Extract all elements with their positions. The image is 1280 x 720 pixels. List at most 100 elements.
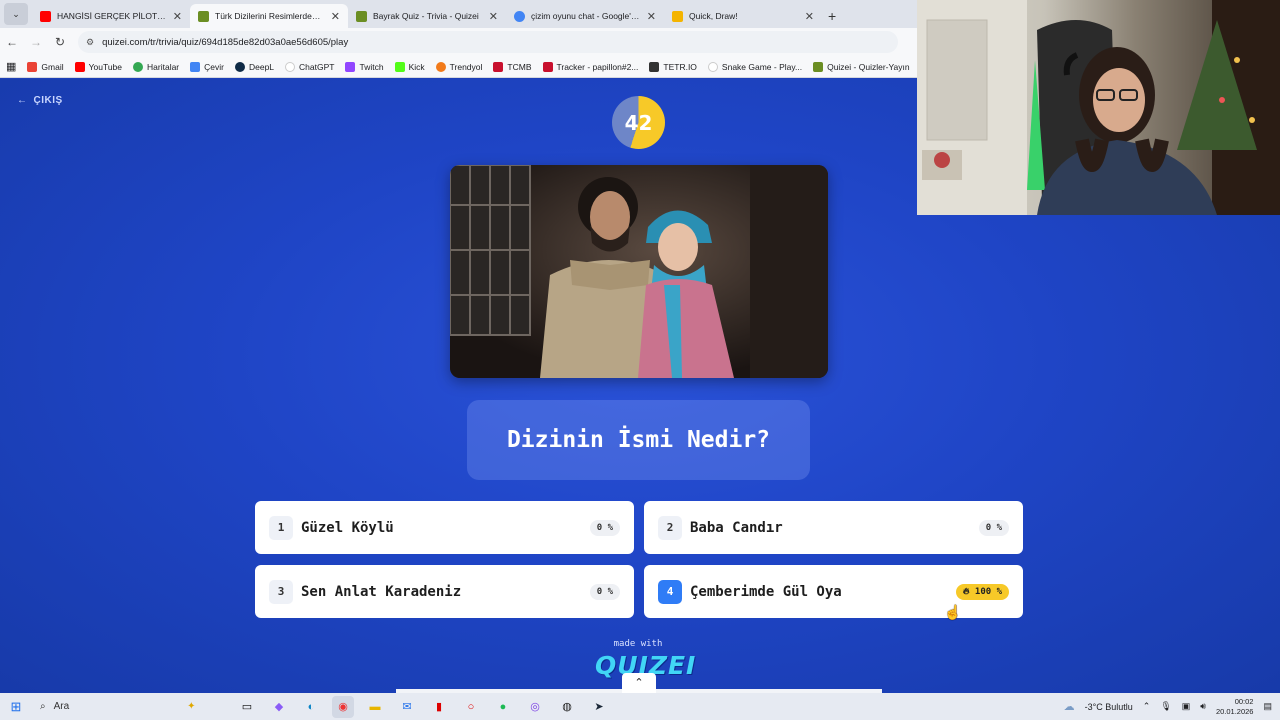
taskbar-search[interactable]: ⌕ Ara ✦ [32,693,232,720]
answer-text: Güzel Köylü [301,519,394,536]
tab-strip: ⌄ HANGİSİ GERÇEK PİLOT?! ft. @ ✕ Türk Di… [0,0,917,28]
forward-arrow-icon[interactable]: → [24,35,48,49]
tab-title: HANGİSİ GERÇEK PİLOT?! ft. @ [57,11,167,21]
answer-number: 3 [269,579,293,604]
windows-start-icon[interactable]: ⊞ [0,699,32,715]
steam-icon[interactable]: ➤ [588,696,610,718]
tab-search-button[interactable]: ⌄ [4,3,28,25]
bookmark-tcmb[interactable]: TCMB [493,61,532,72]
answer-option-3[interactable]: 3 Sen Anlat Karadeniz 0 % [255,565,634,618]
trendyol-icon [435,61,446,72]
bookmark-tetrio[interactable]: TETR.IO [649,61,697,72]
answer-option-4-correct[interactable]: 4 Çemberimde Gül Oya 🔥︎ 100 % [644,565,1023,618]
bookmark-snake[interactable]: Snake Game - Play... [707,61,803,72]
tab-quick-draw[interactable]: Quick, Draw! ✕ [664,4,822,28]
weather-text[interactable]: -3°C Bulutlu [1085,702,1133,712]
bookmark-label: Kick [408,61,425,72]
opera-icon[interactable]: ○ [460,696,482,718]
timer-value: 42 [624,110,653,135]
microphone-icon[interactable]: 🎙︎ [1160,701,1171,712]
hand-cursor-icon: ☝ [944,604,962,620]
bookmark-kick[interactable]: Kick [394,61,425,72]
bookmark-chatgpt[interactable]: ChatGPT [285,61,335,72]
bookmark-label: Twitch [359,61,384,72]
volume-icon[interactable]: 🔊︎ [1200,701,1206,712]
apps-grid-icon[interactable]: ▦ [6,60,16,73]
network-icon[interactable]: ▣ [1182,701,1191,712]
answer-number: 2 [658,515,682,540]
answer-option-2[interactable]: 2 Baba Candır 0 % [644,501,1023,554]
bookmark-label: Quizei - Quizler-Yayın [827,61,910,72]
globe-icon [707,61,718,72]
bookmark-gmail[interactable]: Gmail [27,61,64,72]
bookmark-label: TCMB [507,61,532,72]
question-text: Dizinin İsmi Nedir? [467,400,810,480]
pencil-icon [672,10,683,22]
chevron-up-icon[interactable]: ⌃ [1143,701,1151,712]
windows-taskbar: ⊞ ⌕ Ara ✦ ▭ ◆ ◐ ◉ ▬ ✉ ▮ ○ ● ◎ ◍ ➤ ☁ -3°C… [0,693,1280,720]
bookmark-label: Snake Game - Play... [721,61,803,72]
reload-icon[interactable]: ↻ [48,35,72,49]
obs-app-icon[interactable]: ◎ [524,696,546,718]
webcam-overlay [917,0,1280,215]
back-arrow-icon: ← [17,95,28,106]
answer-text: Sen Anlat Karadeniz [301,583,462,600]
obs-icon[interactable]: ◍ [556,696,578,718]
tab-title: Bayrak Quiz - Trivia - Quizei [373,11,479,21]
tab-google-search[interactable]: çizim oyunu chat - Google'da A ✕ [506,4,664,28]
edge-icon[interactable]: ◐ [300,696,322,718]
bookmark-twitch[interactable]: Twitch [345,61,384,72]
close-icon[interactable]: ✕ [173,10,182,23]
chrome-icon[interactable]: ◉ [332,695,354,718]
answer-option-1[interactable]: 1 Güzel Köylü 0 % [255,501,634,554]
cloud-icon: ☁ [1063,701,1075,713]
clock[interactable]: 00:02 20.01.2026 [1216,697,1254,717]
bookmark-label: DeepL [248,61,275,72]
bookmark-label: ChatGPT [299,61,335,72]
bookmark-deepl[interactable]: DeepL [234,61,275,72]
exit-label: ÇIKIŞ [33,95,63,106]
copilot-icon[interactable]: ◆ [268,696,290,718]
file-explorer-icon[interactable]: ▬ [364,696,386,718]
bookmark-maps[interactable]: Haritalar [133,61,179,72]
tab-youtube[interactable]: HANGİSİ GERÇEK PİLOT?! ft. @ ✕ [32,4,190,28]
tab-bayrak-quiz[interactable]: Bayrak Quiz - Trivia - Quizei ✕ [348,4,506,28]
kick-icon [394,61,405,72]
bookmarks-bar: ▦ Gmail YouTube Haritalar Çevir DeepL Ch… [0,56,917,78]
bookmark-label: Trendyol [449,61,483,72]
quizei-icon [356,10,367,22]
exit-button[interactable]: ← ÇIKIŞ [17,95,63,106]
bookmark-translate[interactable]: Çevir [190,61,224,72]
site-info-icon[interactable]: ⚙ [86,37,94,48]
chatgpt-icon [285,61,296,72]
answer-text: Baba Candır [690,519,783,536]
system-tray: ☁ -3°C Bulutlu ⌃ 🎙︎ ▣ 🔊︎ 00:02 20.01.202… [1064,693,1272,720]
tab-quiz-active[interactable]: Türk Dizilerini Resimlerden Tahr ✕ [190,4,348,28]
close-icon[interactable]: ✕ [331,10,340,23]
fire-icon: 🔥︎ [962,586,970,597]
close-icon[interactable]: ✕ [647,10,656,23]
notification-icon[interactable]: ▤ [1263,701,1272,712]
tcmb-icon [493,61,504,72]
task-view-icon[interactable]: ▭ [236,696,258,718]
question-image [450,165,828,378]
bookmark-tracker[interactable]: Tracker - papillon#2... [542,61,638,72]
clock-date: 20.01.2026 [1215,706,1254,716]
tv-series-still-photo [450,165,828,378]
bookmark-label: Çevir [204,61,224,72]
new-tab-button[interactable]: + [822,8,844,28]
bookmark-trendyol[interactable]: Trendyol [435,61,483,72]
close-icon[interactable]: ✕ [489,10,498,23]
close-icon[interactable]: ✕ [805,10,814,23]
quizei-icon [813,61,824,72]
answer-percentage-badge: 0 % [589,583,620,600]
spotify-icon[interactable]: ● [492,696,514,718]
url-input[interactable]: ⚙ quizei.com/tr/trivia/quiz/694d185de82d… [78,31,898,53]
chevron-up-icon[interactable]: ⌃ [622,673,656,693]
bookmark-quizei[interactable]: Quizei - Quizler-Yayın [813,61,910,72]
bookmark-youtube[interactable]: YouTube [74,61,122,72]
red-app-icon[interactable]: ▮ [428,696,450,718]
mail-icon[interactable]: ✉ [396,696,418,718]
back-arrow-icon[interactable]: ← [0,35,24,49]
google-icon [514,10,525,22]
